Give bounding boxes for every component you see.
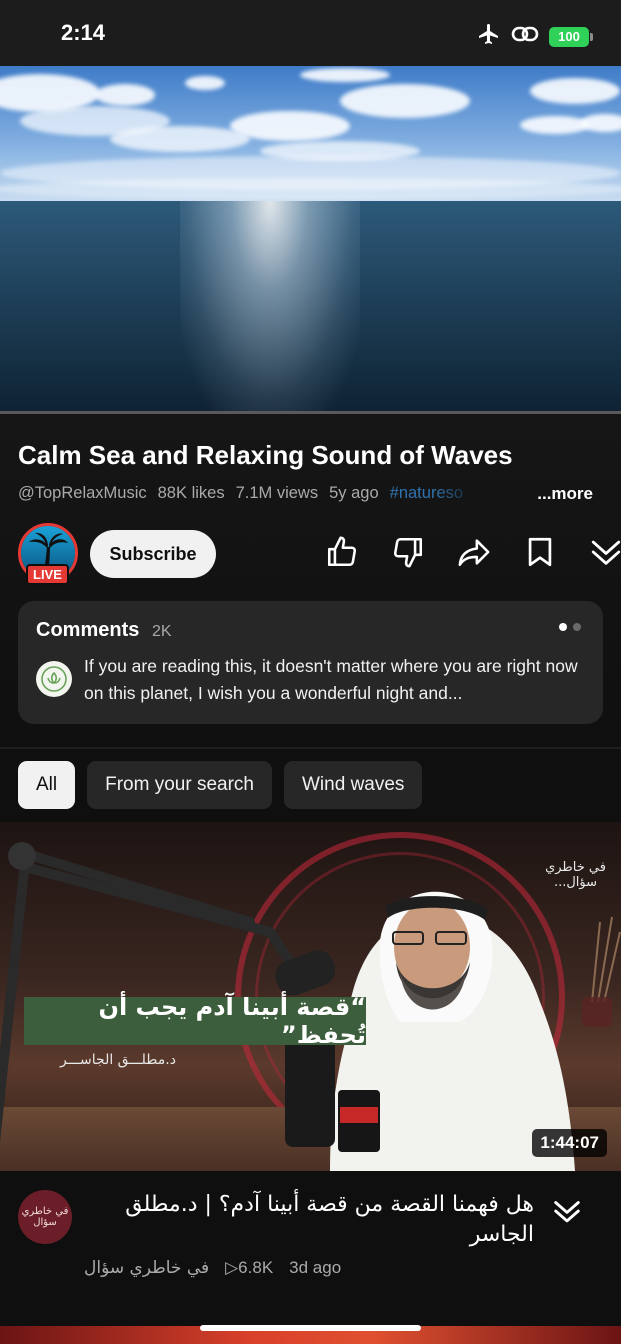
comment-preview: If you are reading this, it doesn't matt… [84, 656, 578, 703]
chip-all[interactable]: All [18, 761, 76, 809]
next-video-age: 3d ago [289, 1258, 342, 1277]
link-icon [511, 22, 539, 51]
upload-age: 5y ago [329, 484, 379, 502]
lotus-icon [41, 666, 67, 692]
chip-from-your-search[interactable]: From your search [87, 761, 272, 809]
next-video-menu-icon[interactable] [550, 1194, 584, 1233]
video-player[interactable] [0, 66, 621, 414]
share-icon[interactable] [456, 534, 492, 570]
thumbnail-speaker: د.مطلـــق الجاســـر [60, 1052, 176, 1068]
sun-glare [180, 201, 360, 414]
next-video-meta: في خاطري سؤال ▷6.8K 3d ago [84, 1258, 341, 1278]
likes-count: 88K likes [157, 484, 225, 502]
commenter-avatar [36, 661, 72, 697]
airplane-icon [477, 22, 501, 51]
video-duration: 1:44:07 [532, 1129, 607, 1157]
status-time: 2:14 [61, 20, 106, 45]
views-count: 7.1M views [235, 484, 319, 502]
next-video-views: ▷6.8K [225, 1258, 274, 1277]
comments-count: 2K [152, 623, 172, 640]
next-channel-name[interactable]: في خاطري سؤال [84, 1258, 209, 1278]
hashtag-link[interactable]: #natureso [390, 484, 480, 503]
action-bar [324, 534, 621, 570]
battery-icon: 100 [549, 26, 593, 47]
subscribe-button[interactable]: Subscribe [90, 530, 216, 578]
comments-pager [559, 623, 581, 631]
status-icons: 100 [477, 22, 593, 51]
comments-heading: Comments [36, 619, 140, 641]
pager-dot [573, 623, 581, 631]
thumbnail-banner: “قصة أبينا آدم يجب أن تُحفظ” [24, 993, 366, 1049]
section-divider [0, 747, 621, 749]
comments-card[interactable]: Comments 2K If you are reading this, it … [18, 601, 603, 724]
chip-wind-waves[interactable]: Wind waves [284, 761, 423, 809]
battery-level: 100 [558, 29, 580, 44]
video-title: Calm Sea and Relaxing Sound of Waves [18, 440, 513, 470]
home-indicator[interactable] [200, 1325, 421, 1331]
channel-handle[interactable]: @TopRelaxMusic [18, 484, 147, 503]
like-icon[interactable] [324, 534, 360, 570]
live-badge: LIVE [26, 564, 69, 585]
channel-avatar[interactable]: LIVE [18, 523, 78, 585]
more-button[interactable]: ...more [537, 484, 593, 504]
status-bar: 2:14 100 [0, 0, 621, 66]
download-icon[interactable] [588, 534, 621, 570]
next-video-title[interactable]: هل فهمنا القصة من قصة أبينا آدم؟ | د.مطل… [84, 1190, 534, 1250]
filter-chips: All From your search Wind waves [18, 761, 423, 809]
pager-dot-active [559, 623, 567, 631]
next-channel-avatar[interactable]: في خاطري سؤال [18, 1190, 72, 1244]
dislike-icon[interactable] [390, 534, 426, 570]
thumbnail-brand: في خاطري سؤال... [545, 860, 606, 890]
save-icon[interactable] [522, 534, 558, 570]
video-meta[interactable]: @TopRelaxMusic 88K likes 7.1M views 5y a… [18, 484, 480, 503]
